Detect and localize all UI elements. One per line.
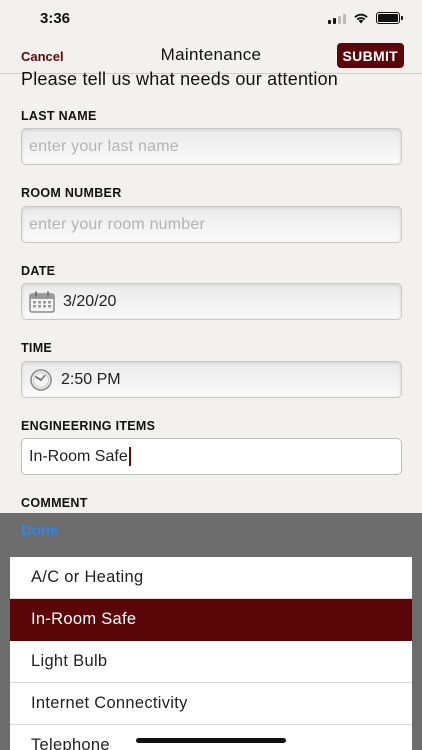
date-value: 3/20/20 [63, 292, 117, 310]
option-picker: A/C or Heating In-Room Safe Light Bulb I… [0, 549, 422, 750]
date-input[interactable]: 3/20/20 [21, 283, 402, 320]
clock-icon [29, 368, 53, 391]
date-label: DATE [21, 264, 56, 278]
engineering-items-label: ENGINEERING ITEMS [21, 419, 156, 433]
calendar-icon [29, 291, 55, 313]
text-cursor [128, 447, 131, 466]
room-number-label: ROOM NUMBER [21, 186, 122, 200]
picker-option[interactable]: A/C or Heating [10, 557, 412, 599]
picker-option[interactable]: Light Bulb [10, 641, 412, 683]
maintenance-form: Please tell us what needs our attention … [21, 68, 402, 510]
form-intro: Please tell us what needs our attention [21, 69, 338, 89]
last-name-placeholder: enter your last name [29, 137, 179, 155]
room-number-placeholder: enter your room number [29, 215, 206, 233]
cellular-signal-icon [328, 13, 346, 24]
time-label: TIME [21, 341, 53, 355]
battery-icon [376, 12, 403, 24]
room-number-input[interactable]: enter your room number [21, 206, 402, 243]
home-indicator [136, 738, 286, 743]
last-name-input[interactable]: enter your last name [21, 128, 402, 165]
picker-option[interactable]: Internet Connectivity [10, 683, 412, 725]
last-name-label: LAST NAME [21, 109, 97, 123]
submit-button[interactable]: SUBMIT [336, 43, 404, 68]
engineering-items-input[interactable]: In-Room Safe [21, 438, 402, 475]
status-bar: 3:36 [0, 0, 422, 38]
keyboard-toolbar: Done [0, 513, 422, 549]
status-icons [328, 12, 403, 24]
status-time: 3:36 [40, 10, 71, 27]
time-input[interactable]: 2:50 PM [21, 361, 402, 398]
wifi-icon [354, 13, 368, 24]
engineering-items-value: In-Room Safe [29, 447, 128, 465]
comment-label: COMMENT [21, 496, 88, 510]
time-value: 2:50 PM [61, 370, 121, 388]
picker-list: A/C or Heating In-Room Safe Light Bulb I… [10, 557, 412, 750]
picker-option-selected[interactable]: In-Room Safe [10, 599, 412, 641]
done-button[interactable]: Done [21, 522, 59, 539]
